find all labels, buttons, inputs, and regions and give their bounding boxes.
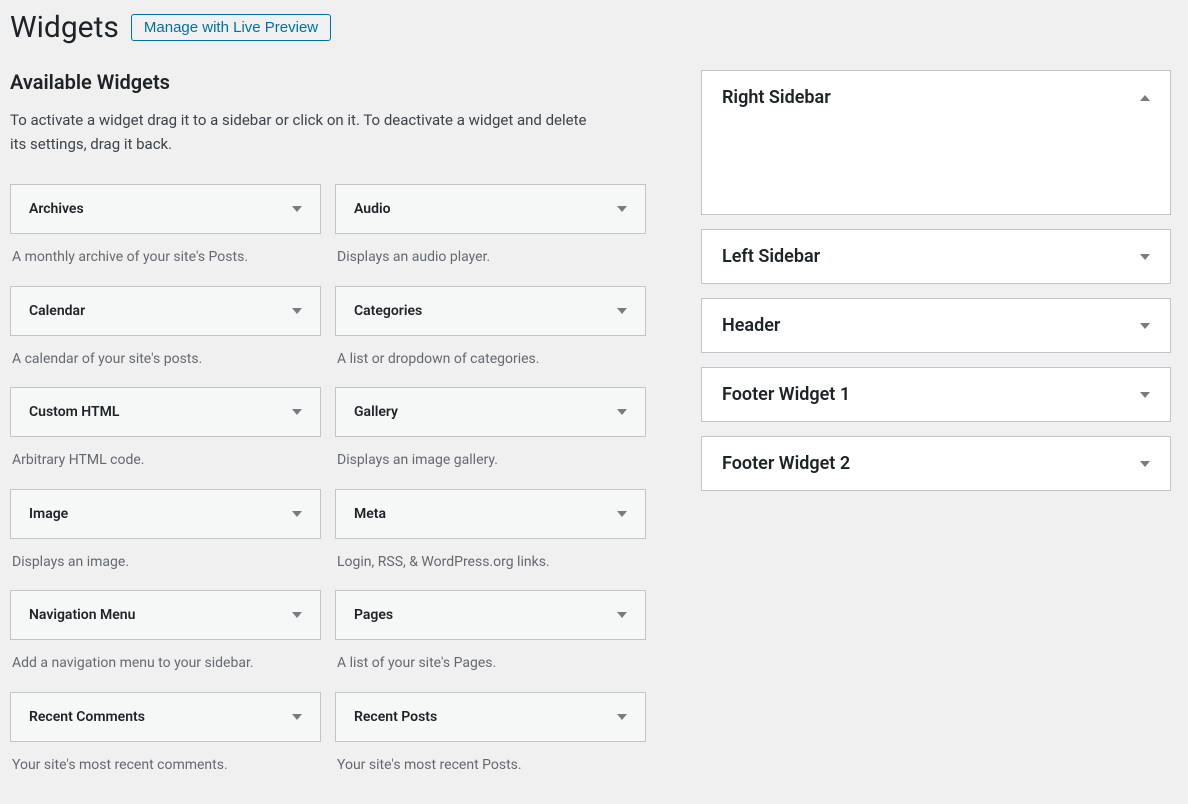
chevron-down-icon xyxy=(1140,392,1150,398)
widget-item: Recent CommentsYour site's most recent c… xyxy=(10,692,321,794)
widget-header[interactable]: Recent Posts xyxy=(335,692,646,742)
widget-title: Image xyxy=(29,506,68,522)
page-title: Widgets xyxy=(10,10,119,45)
sidebar-area: Footer Widget 2 xyxy=(701,436,1171,491)
chevron-down-icon xyxy=(617,409,627,415)
sidebar-title: Right Sidebar xyxy=(722,87,831,108)
widget-description: A list or dropdown of categories. xyxy=(335,336,646,388)
widget-item: Pages A list of your site's Pages. xyxy=(335,590,646,692)
manage-live-preview-button[interactable]: Manage with Live Preview xyxy=(131,14,331,41)
sidebar-title: Footer Widget 1 xyxy=(722,384,850,405)
chevron-down-icon xyxy=(1140,461,1150,467)
widget-description: Login, RSS, & WordPress.org links. xyxy=(335,539,646,591)
widget-item: Gallery Displays an image gallery. xyxy=(335,387,646,489)
widget-title: Meta xyxy=(354,506,386,522)
available-widgets-help: To activate a widget drag it to a sideba… xyxy=(10,108,590,156)
widget-item: Calendar A calendar of your site's posts. xyxy=(10,286,321,388)
widget-description: A calendar of your site's posts. xyxy=(10,336,321,388)
widget-header[interactable]: Custom HTML xyxy=(10,387,321,437)
chevron-down-icon xyxy=(617,511,627,517)
widget-header[interactable]: Image xyxy=(10,489,321,539)
widget-title: Custom HTML xyxy=(29,404,119,420)
widget-header[interactable]: Gallery xyxy=(335,387,646,437)
widget-header[interactable]: Categories xyxy=(335,286,646,336)
widget-title: Pages xyxy=(354,607,393,623)
widget-title: Navigation Menu xyxy=(29,607,135,623)
widget-header[interactable]: Calendar xyxy=(10,286,321,336)
widget-item: Meta Login, RSS, & WordPress.org links. xyxy=(335,489,646,591)
widget-header[interactable]: Audio xyxy=(335,184,646,234)
chevron-down-icon xyxy=(617,308,627,314)
chevron-down-icon xyxy=(292,511,302,517)
chevron-down-icon xyxy=(292,612,302,618)
widget-description: A monthly archive of your site's Posts. xyxy=(10,234,321,286)
widget-item: Audio Displays an audio player. xyxy=(335,184,646,286)
widget-item: Categories A list or dropdown of categori… xyxy=(335,286,646,388)
widget-description: Arbitrary HTML code. xyxy=(10,437,321,489)
widget-title: Calendar xyxy=(29,303,85,319)
widget-title: Archives xyxy=(29,201,84,217)
widget-title: Recent Posts xyxy=(354,709,437,725)
sidebar-header[interactable]: Footer Widget 1 xyxy=(702,368,1170,421)
sidebar-title: Footer Widget 2 xyxy=(722,453,850,474)
widget-description: A list of your site's Pages. xyxy=(335,640,646,692)
widget-item: Navigation Menu Add a navigation menu to … xyxy=(10,590,321,692)
widget-item: Recent PostsYour site's most recent Post… xyxy=(335,692,646,794)
widget-title: Categories xyxy=(354,303,422,319)
chevron-up-icon xyxy=(1140,95,1150,101)
widget-header[interactable]: Meta xyxy=(335,489,646,539)
sidebar-header[interactable]: Header xyxy=(702,299,1170,352)
sidebar-header[interactable]: Footer Widget 2 xyxy=(702,437,1170,490)
sidebar-area: Right Sidebar xyxy=(701,70,1171,215)
chevron-down-icon xyxy=(1140,254,1150,260)
widget-description: Displays an audio player. xyxy=(335,234,646,286)
chevron-down-icon xyxy=(292,206,302,212)
chevron-down-icon xyxy=(292,308,302,314)
widget-description: Displays an image gallery. xyxy=(335,437,646,489)
widget-item: Archives A monthly archive of your site's… xyxy=(10,184,321,286)
widget-header[interactable]: Navigation Menu xyxy=(10,590,321,640)
available-widgets-heading: Available Widgets xyxy=(10,70,646,94)
sidebar-area: Left Sidebar xyxy=(701,229,1171,284)
chevron-down-icon xyxy=(292,714,302,720)
chevron-down-icon xyxy=(617,714,627,720)
widget-title: Audio xyxy=(354,201,391,217)
widget-item: Custom HTML Arbitrary HTML code. xyxy=(10,387,321,489)
sidebar-area: Header xyxy=(701,298,1171,353)
chevron-down-icon xyxy=(617,612,627,618)
widget-description: Add a navigation menu to your sidebar. xyxy=(10,640,321,692)
sidebar-header[interactable]: Right Sidebar xyxy=(702,71,1170,124)
sidebar-title: Header xyxy=(722,315,780,336)
widget-title: Gallery xyxy=(354,404,398,420)
sidebar-title: Left Sidebar xyxy=(722,246,820,267)
widget-description: Displays an image. xyxy=(10,539,321,591)
widget-header[interactable]: Archives xyxy=(10,184,321,234)
sidebar-dropzone[interactable] xyxy=(702,124,1170,214)
widget-title: Recent Comments xyxy=(29,709,145,725)
chevron-down-icon xyxy=(617,206,627,212)
widget-header[interactable]: Pages xyxy=(335,590,646,640)
widget-header[interactable]: Recent Comments xyxy=(10,692,321,742)
widget-item: Image Displays an image. xyxy=(10,489,321,591)
chevron-down-icon xyxy=(1140,323,1150,329)
chevron-down-icon xyxy=(292,409,302,415)
sidebar-area: Footer Widget 1 xyxy=(701,367,1171,422)
sidebar-header[interactable]: Left Sidebar xyxy=(702,230,1170,283)
